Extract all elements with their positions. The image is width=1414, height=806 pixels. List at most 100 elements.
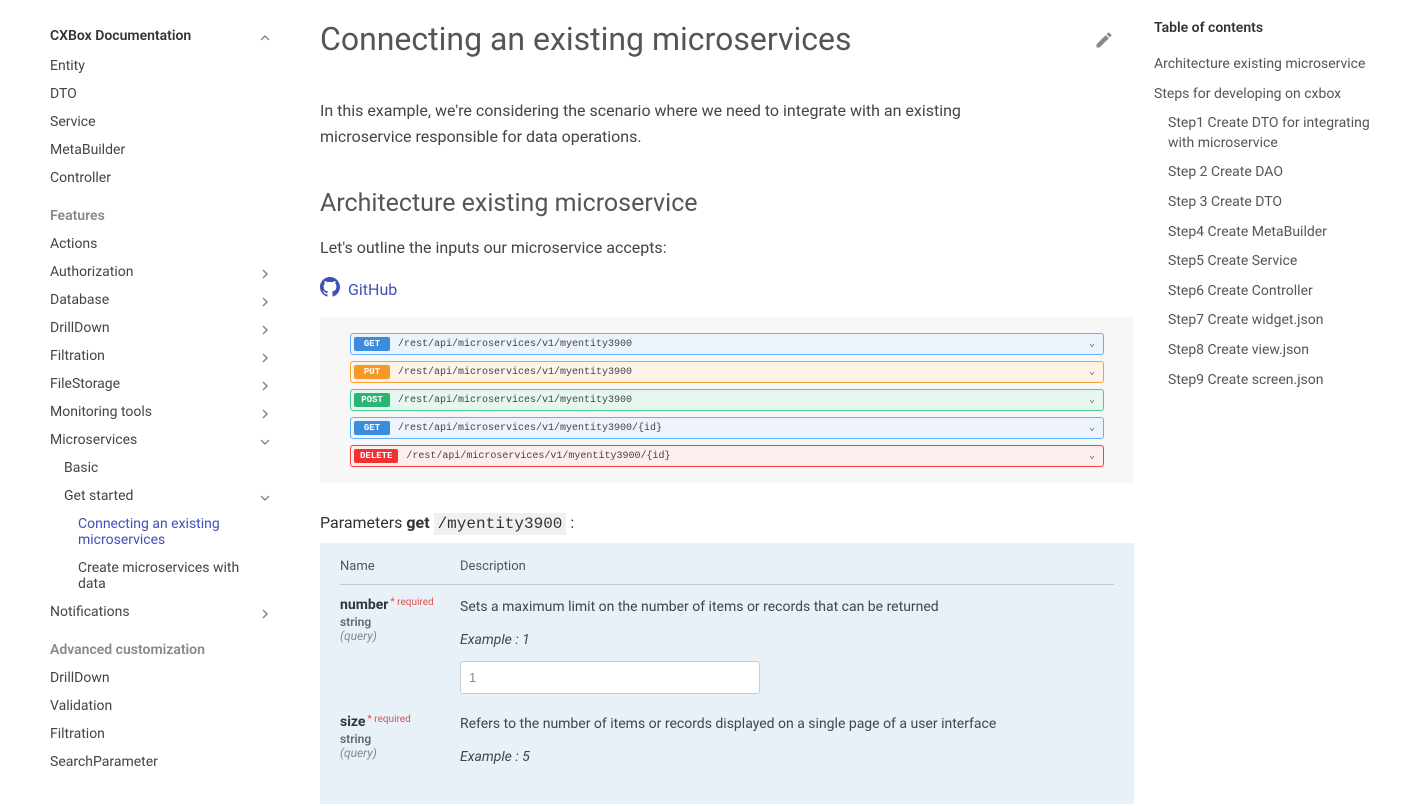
api-path: /rest/api/microservices/v1/myentity3900 [398,367,632,378]
nav-label: FileStorage [50,376,120,392]
params-table: Name Description number* requiredstring(… [320,543,1134,804]
nav-item-connecting[interactable]: Connecting an existing microservices [50,510,290,554]
nav-label: Notifications [50,604,130,620]
nav-label: Connecting an existing microservices [78,516,270,548]
chevron-down-icon: ⌄ [1089,394,1095,406]
params-method: get [406,513,429,532]
table-of-contents: Table of contents Architecture existing … [1134,0,1414,806]
nav-label: Get started [64,488,133,504]
nav-item[interactable]: DrillDown [50,314,290,342]
param-name: size [340,714,365,730]
param-required: * required [367,714,410,725]
features-label: Features [50,192,290,230]
nav-item[interactable]: Authorization [50,258,290,286]
param-example: Example : 5 [460,747,1114,768]
nav-item[interactable]: Filtration [50,342,290,370]
params-header: Name Description [340,559,1114,585]
api-endpoint-row[interactable]: PUT/rest/api/microservices/v1/myentity39… [350,361,1104,383]
toc-title: Table of contents [1154,20,1394,36]
github-link[interactable]: GitHub [320,277,1134,301]
nav-item[interactable]: SearchParameter [50,748,290,776]
toc-item[interactable]: Step7 Create widget.json [1154,306,1394,336]
edit-icon[interactable] [1094,20,1114,58]
nav-item-create-ms[interactable]: Create microservices with data [50,554,290,598]
api-method-badge: PUT [354,365,390,379]
nav-item-notifications[interactable]: Notifications [50,598,290,626]
api-endpoint-row[interactable]: POST/rest/api/microservices/v1/myentity3… [350,389,1104,411]
nav-label: MetaBuilder [50,142,125,158]
github-icon [320,277,340,301]
nav-item[interactable]: DTO [50,80,290,108]
nav-label: Filtration [50,726,105,742]
toc-item[interactable]: Step 3 Create DTO [1154,188,1394,218]
chevron-down-icon: ⌄ [1089,422,1095,434]
toc-item[interactable]: Step1 Create DTO for integrating with mi… [1154,109,1394,158]
nav-item[interactable]: Service [50,108,290,136]
api-path: /rest/api/microservices/v1/myentity3900/… [406,451,670,462]
chevron-down-icon [260,491,270,501]
param-name-col: size* required string(query) [340,714,460,768]
param-in: (query) [340,746,460,760]
toc-item[interactable]: Architecture existing microservice [1154,50,1394,80]
nav-item[interactable]: MetaBuilder [50,136,290,164]
chevron-right-icon [260,407,270,417]
param-row: number* requiredstring(query)Sets a maxi… [340,597,1114,694]
param-name: number [340,597,388,613]
nav-item[interactable]: Monitoring tools [50,398,290,426]
nav-label: Entity [50,58,85,74]
toc-item[interactable]: Step4 Create MetaBuilder [1154,218,1394,248]
nav-label: DTO [50,86,77,102]
section-heading: Architecture existing microservice [320,189,1134,218]
toc-item[interactable]: Steps for developing on cxbox [1154,80,1394,110]
nav-label: Monitoring tools [50,404,152,420]
nav-item-get-started[interactable]: Get started [50,482,290,510]
api-panel: GET/rest/api/microservices/v1/myentity39… [320,317,1134,483]
github-label: GitHub [348,280,397,299]
nav-label: Basic [64,460,98,476]
chevron-right-icon [260,323,270,333]
col-desc: Description [460,559,1114,574]
toc-item[interactable]: Step6 Create Controller [1154,277,1394,307]
nav-item[interactable]: Entity [50,52,290,80]
params-path: /myentity3900 [434,513,567,535]
toc-item[interactable]: Step 2 Create DAO [1154,158,1394,188]
param-type: string [340,732,460,746]
chevron-right-icon [260,351,270,361]
param-desc: Refers to the number of items or records… [460,714,1114,735]
nav-item[interactable]: Controller [50,164,290,192]
nav-label: Microservices [50,432,137,448]
nav-item[interactable]: DrillDown [50,664,290,692]
chevron-up-icon [260,31,270,41]
nav-item[interactable]: Validation [50,692,290,720]
nav-label: Database [50,292,109,308]
main-content: Connecting an existing microservices In … [290,0,1134,806]
toc-item[interactable]: Step5 Create Service [1154,247,1394,277]
param-desc-col: Refers to the number of items or records… [460,714,1114,768]
api-method-badge: POST [354,393,390,407]
nav-item[interactable]: FileStorage [50,370,290,398]
params-suffix: : [570,513,574,532]
api-endpoint-row[interactable]: DELETE/rest/api/microservices/v1/myentit… [350,445,1104,467]
api-endpoint-row[interactable]: GET/rest/api/microservices/v1/myentity39… [350,333,1104,355]
params-prefix: Parameters [320,513,402,532]
nav-item[interactable]: Filtration [50,720,290,748]
nav-item-basic[interactable]: Basic [50,454,290,482]
chevron-right-icon [260,379,270,389]
chevron-down-icon [260,435,270,445]
api-path: /rest/api/microservices/v1/myentity3900 [398,395,632,406]
toc-item[interactable]: Step9 Create screen.json [1154,366,1394,396]
chevron-down-icon: ⌄ [1089,450,1095,462]
param-desc-col: Sets a maximum limit on the number of it… [460,597,1114,694]
nav-item[interactable]: Actions [50,230,290,258]
nav-item[interactable]: Database [50,286,290,314]
api-endpoint-row[interactable]: GET/rest/api/microservices/v1/myentity39… [350,417,1104,439]
lead-paragraph: Let's outline the inputs our microservic… [320,238,1134,257]
chevron-down-icon: ⌄ [1089,338,1095,350]
advanced-label: Advanced customization [50,626,290,664]
nav-item-microservices[interactable]: Microservices [50,426,290,454]
param-input[interactable] [460,661,760,694]
toc-item[interactable]: Step8 Create view.json [1154,336,1394,366]
param-example: Example : 1 [460,630,1114,651]
sidebar-title[interactable]: CXBox Documentation [50,20,290,52]
nav-label: Create microservices with data [78,560,270,592]
